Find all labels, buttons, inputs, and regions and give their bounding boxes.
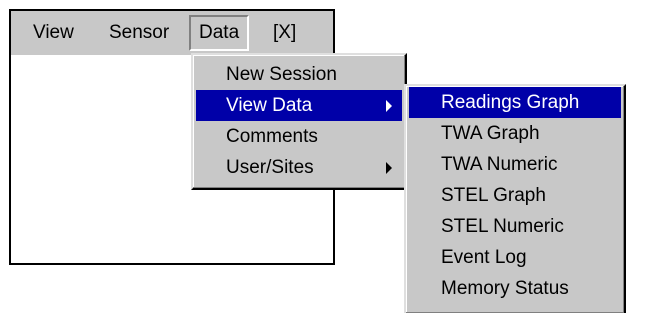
submenu-item-twa-graph[interactable]: TWA Graph [409, 118, 621, 149]
menu-view[interactable]: View [25, 15, 82, 51]
menu-item-label: View Data [226, 95, 313, 116]
submenu-arrow-icon [386, 100, 392, 112]
submenu-item-label: Event Log [441, 247, 527, 268]
menu-item-label: User/Sites [226, 157, 314, 178]
submenu-item-label: STEL Graph [441, 185, 546, 206]
submenu-arrow-icon [386, 162, 392, 174]
submenu-item-label: STEL Numeric [441, 216, 564, 237]
submenu-item-twa-numeric[interactable]: TWA Numeric [409, 149, 621, 180]
menu-item-label: Comments [226, 126, 318, 147]
view-data-submenu: Readings Graph TWA Graph TWA Numeric STE… [404, 84, 626, 313]
menu-item-comments[interactable]: Comments [196, 121, 402, 152]
menu-sensor[interactable]: Sensor [101, 15, 177, 51]
menu-bar: View Sensor Data [X] [11, 11, 333, 55]
submenu-item-memory-status[interactable]: Memory Status [409, 273, 621, 304]
submenu-item-label: Readings Graph [441, 92, 580, 113]
submenu-item-label: Memory Status [441, 278, 569, 299]
menu-item-view-data[interactable]: View Data [196, 90, 402, 121]
submenu-item-stel-numeric[interactable]: STEL Numeric [409, 211, 621, 242]
menu-item-user-sites[interactable]: User/Sites [196, 152, 402, 183]
menu-close[interactable]: [X] [265, 15, 304, 51]
submenu-item-stel-graph[interactable]: STEL Graph [409, 180, 621, 211]
menu-item-label: New Session [226, 64, 337, 85]
menu-item-new-session[interactable]: New Session [196, 59, 402, 90]
submenu-item-label: TWA Graph [441, 123, 540, 144]
submenu-item-readings-graph[interactable]: Readings Graph [409, 87, 621, 118]
submenu-item-event-log[interactable]: Event Log [409, 242, 621, 273]
submenu-item-label: TWA Numeric [441, 154, 558, 175]
menu-data[interactable]: Data [189, 15, 250, 51]
data-dropdown-menu: New Session View Data Comments User/Site… [191, 53, 407, 190]
